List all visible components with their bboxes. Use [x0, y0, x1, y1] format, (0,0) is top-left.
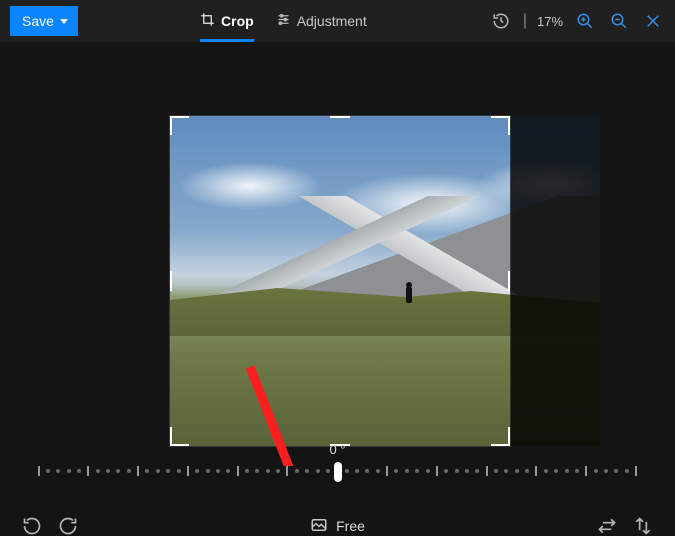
crop-handle-left[interactable]	[170, 271, 172, 291]
zoom-in-icon[interactable]	[573, 9, 597, 33]
tab-adjustment-label: Adjustment	[297, 13, 367, 29]
editor-tabs: Crop Adjustment	[200, 0, 367, 42]
tab-crop-label: Crop	[221, 13, 254, 29]
aspect-ratio-label: Free	[336, 518, 365, 534]
crop-icon	[200, 12, 215, 30]
save-button[interactable]: Save	[10, 6, 78, 36]
save-label: Save	[22, 13, 54, 29]
canvas-area[interactable]	[0, 42, 675, 466]
aspect-ratio-icon	[310, 516, 328, 536]
straighten-thumb[interactable]	[334, 462, 342, 482]
rotate-ccw-button[interactable]	[20, 514, 44, 536]
separator: |	[523, 12, 527, 30]
crop-selection[interactable]	[170, 116, 510, 446]
rotation-angle-label: 0 °	[329, 442, 345, 457]
rotate-cw-button[interactable]	[56, 514, 80, 536]
crop-handle-top[interactable]	[330, 116, 350, 118]
sliders-icon	[276, 12, 291, 30]
aspect-ratio-button[interactable]: Free	[310, 516, 365, 536]
tab-adjustment[interactable]: Adjustment	[276, 0, 367, 42]
zoom-out-icon[interactable]	[607, 9, 631, 33]
zoom-percent: 17%	[537, 14, 563, 29]
crop-handle-top-left[interactable]	[170, 116, 172, 135]
crop-handle-right[interactable]	[508, 271, 510, 291]
close-button[interactable]	[641, 9, 665, 33]
crop-handle-top-right[interactable]	[508, 116, 510, 135]
chevron-down-icon	[60, 19, 68, 24]
flip-vertical-button[interactable]	[631, 514, 655, 536]
crop-handle-top-left[interactable]	[170, 116, 189, 118]
tab-crop[interactable]: Crop	[200, 0, 254, 42]
flip-horizontal-button[interactable]	[595, 514, 619, 536]
crop-handle-top-right[interactable]	[491, 116, 510, 118]
history-icon[interactable]	[489, 9, 513, 33]
straighten-slider[interactable]	[38, 461, 638, 483]
